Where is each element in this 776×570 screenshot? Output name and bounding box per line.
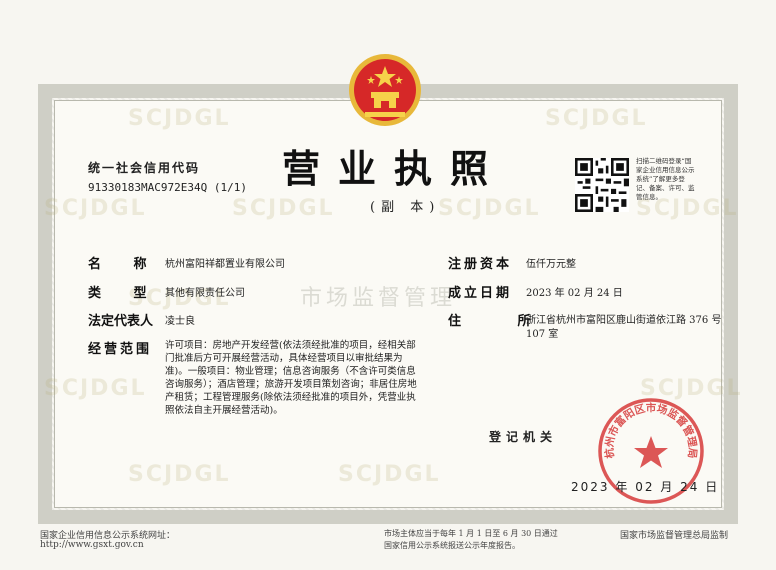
established-label: 成立日期 [448,286,513,301]
name-label: 名 称 [88,257,161,272]
scope-label: 经营范围 [88,342,153,357]
capital-label: 注册资本 [448,257,513,272]
qr-code-icon[interactable] [575,158,629,212]
watermark-text: SCJDGL [232,196,335,221]
issue-day-mark: 日 [705,480,720,494]
watermark-text: SCJDGL [128,462,231,487]
credit-code: 91330183MAC972E34Q (1/1) [88,181,247,194]
issue-month: 02 [635,480,655,494]
legal-rep-label: 法定代表人 [88,314,154,329]
watermark-text: SCJDGL [44,376,147,401]
company-name: 杭州富阳祥都置业有限公司 [165,259,285,270]
watermark-text: SCJDGL [545,106,648,131]
footer-notice-line2: 国家信用公示系统报送公示年度报告。 [384,541,520,550]
type-label: 类 型 [88,286,161,301]
watermark-text: SCJDGL [44,196,147,221]
footer-issuer: 国家市场监督管理总局监制 [620,531,729,541]
watermark-text: SCJDGL [128,106,231,131]
credit-code-label: 统一社会信用代码 [88,161,201,175]
footer-url[interactable]: http://www.gsxt.gov.cn [40,540,144,550]
issue-date: 2023 年 02 月 24 日 [571,478,719,495]
address: 浙江省杭州市富阳区鹿山街道依江路 376 号107 室 [526,315,722,340]
registrar-label: 登记机关 [489,430,558,444]
registered-capital: 伍仟万元整 [526,259,576,270]
document-title: 营业执照 [282,147,507,191]
business-scope: 许可项目：房地产开发经营(依法须经批准的项目，经相关部门批准后方可开展经营活动，… [165,340,417,416]
document-subtitle: (副 本) [370,200,441,215]
issue-day: 24 [680,480,700,494]
national-emblem-icon [349,54,421,126]
footer-notice-line1: 市场主体应当于每年 1 月 1 日至 6 月 30 日通过 [384,529,558,538]
company-type: 其他有限责任公司 [165,288,245,299]
watermark-text: SCJDGL [338,462,441,487]
legal-rep: 凌士良 [165,316,195,327]
watermark-text: SCJDGL [438,196,541,221]
issue-month-mark: 月 [660,480,675,494]
license-sheet: SCJDGL SCJDGL SCJDGL SCJDGL SCJDGL SCJDG… [0,0,776,570]
established-date: 2023 年 02 月 24 日 [526,288,623,299]
issue-year-mark: 年 [615,480,630,494]
qr-code-note: 扫描二维码登录“国家企业信用信息公示系统”了解更多登记、备案、许可、监管信息。 [636,157,695,201]
issue-year: 2023 [571,480,610,494]
faint-stamp-text: 市场监督管理 [300,286,457,311]
